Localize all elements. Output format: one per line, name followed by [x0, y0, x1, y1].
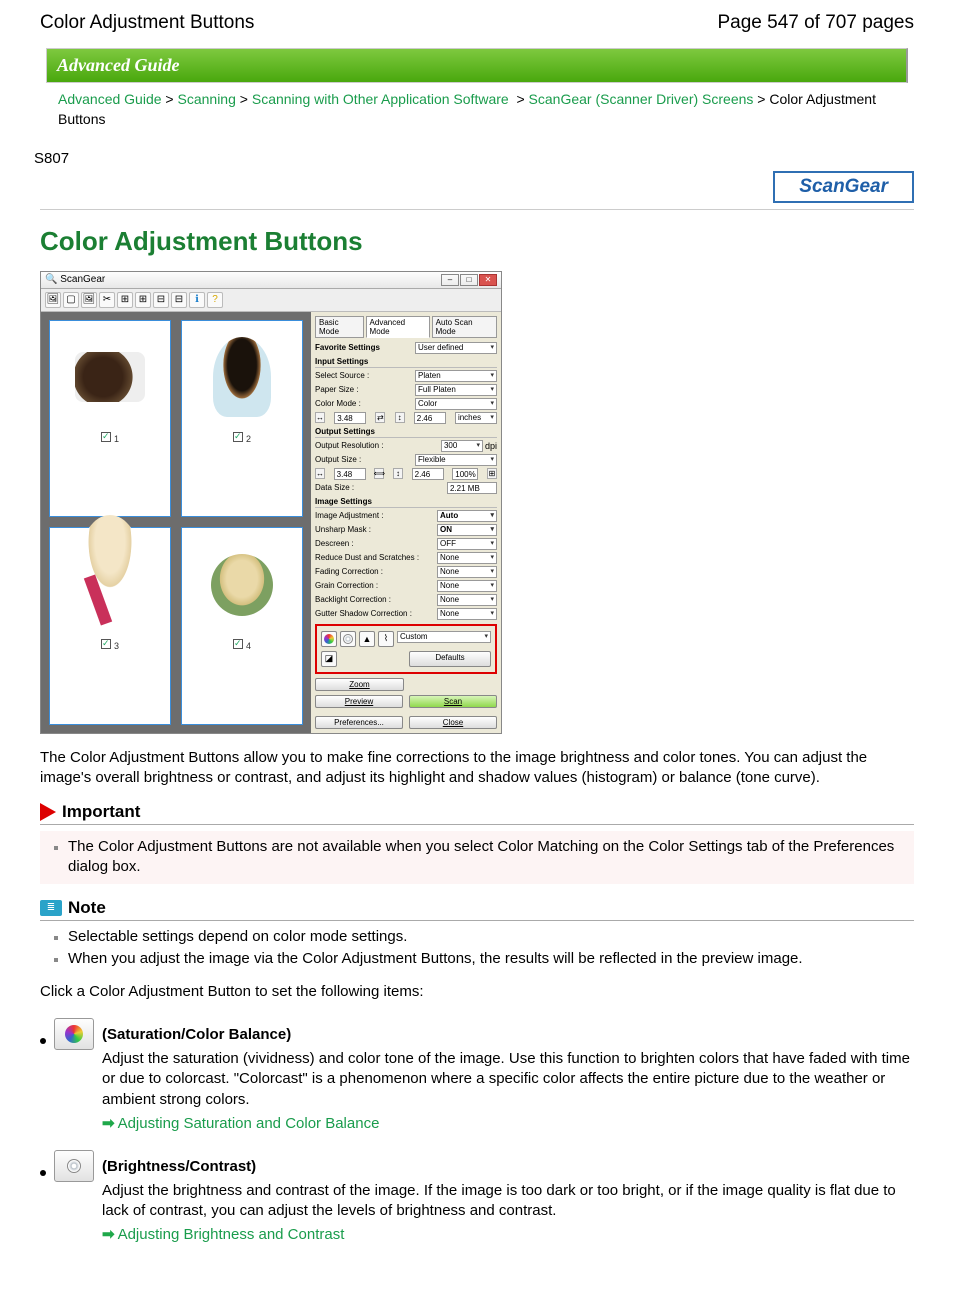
image-setting-label: Gutter Shadow Correction : — [315, 609, 412, 618]
brightness-contrast-icon — [54, 1150, 94, 1182]
toolbar-icon: 🖼 — [81, 292, 97, 308]
advanced-guide-banner: Advanced Guide — [46, 48, 908, 83]
histogram-icon: ▲ — [359, 631, 375, 647]
favorite-settings-label: Favorite Settings — [315, 343, 380, 352]
close-button: Close — [409, 716, 497, 729]
tone-curve-icon: ⌇ — [378, 631, 394, 647]
important-item: The Color Adjustment Buttons are not ava… — [68, 838, 894, 875]
toolbar-icon: ⊟ — [171, 292, 187, 308]
final-review-icon: ◪ — [321, 651, 337, 667]
link-adjusting-saturation[interactable]: ➡Adjusting Saturation and Color Balance — [102, 1115, 379, 1132]
saturation-color-balance-icon — [54, 1018, 94, 1050]
toolbar-icon: 🖼 — [45, 292, 61, 308]
toolbar-icon: ⊞ — [135, 292, 151, 308]
feature-desc: Adjust the saturation (vividness) and co… — [102, 1049, 914, 1110]
tab-basic: Basic Mode — [315, 316, 364, 338]
swap-icon: ⇄ — [375, 412, 385, 423]
image-setting-label: Descreen : — [315, 539, 354, 548]
image-setting-value: None — [437, 594, 497, 606]
note-list: Selectable settings depend on color mode… — [40, 927, 914, 970]
important-heading: Important — [40, 802, 914, 825]
link-icon: ⟺ — [374, 468, 384, 479]
reference-code: S807 — [34, 150, 914, 167]
note-heading: ≣ Note — [40, 898, 914, 921]
image-settings-heading: Image Settings — [315, 497, 497, 508]
image-setting-value: OFF — [437, 538, 497, 550]
important-list: The Color Adjustment Buttons are not ava… — [40, 831, 914, 884]
thumb-3: 3 — [49, 527, 171, 725]
image-setting-value: None — [437, 608, 497, 620]
tab-advanced: Advanced Mode — [366, 316, 430, 338]
toolbar-icon: ⊟ — [153, 292, 169, 308]
scangear-screenshot: 🔍 ScanGear –□✕ 🖼 ▢ 🖼 ✂ ⊞ ⊞ ⊟ ⊟ ℹ ? 1 2 3… — [40, 271, 502, 734]
image-setting-label: Backlight Correction : — [315, 595, 391, 604]
crumb-scanning[interactable]: Scanning — [178, 91, 236, 107]
preview-button: Preview — [315, 695, 403, 708]
image-setting-value: Auto — [437, 510, 497, 522]
scan-button: Scan — [409, 695, 497, 708]
image-setting-label: Grain Correction : — [315, 581, 378, 590]
note-item: Selectable settings depend on color mode… — [68, 928, 407, 945]
image-setting-label: Fading Correction : — [315, 567, 383, 576]
image-setting-value: None — [437, 580, 497, 592]
custom-select: Custom — [397, 631, 491, 643]
breadcrumb: Advanced Guide > Scanning > Scanning wit… — [40, 87, 914, 138]
image-setting-value: None — [437, 566, 497, 578]
feature-label: (Saturation/Color Balance) — [102, 1026, 914, 1043]
note-item: When you adjust the image via the Color … — [68, 950, 803, 967]
width-icon: ↔ — [315, 412, 325, 423]
zoom-button: Zoom — [315, 678, 404, 691]
image-setting-value: None — [437, 552, 497, 564]
thumb-4: 4 — [181, 527, 303, 725]
defaults-button: Defaults — [409, 651, 491, 667]
saturation-icon — [321, 631, 337, 647]
window-buttons: –□✕ — [440, 274, 497, 286]
thumb-2: 2 — [181, 320, 303, 518]
image-setting-label: Reduce Dust and Scratches : — [315, 553, 419, 562]
flag-icon — [40, 803, 56, 821]
info-icon: ℹ — [189, 292, 205, 308]
toolbar-icon: ✂ — [99, 292, 115, 308]
brightness-icon — [340, 631, 356, 647]
settings-panel: Basic Mode Advanced Mode Auto Scan Mode … — [311, 312, 501, 733]
crumb-scanning-other-app[interactable]: Scanning with Other Application Software — [252, 91, 509, 107]
thumb-1: 1 — [49, 320, 171, 518]
image-setting-value: ON — [437, 524, 497, 536]
image-setting-label: Unsharp Mask : — [315, 525, 371, 534]
feature-label: (Brightness/Contrast) — [102, 1158, 914, 1175]
preview-grid: 1 2 3 4 — [41, 312, 311, 733]
click-instruction: Click a Color Adjustment Button to set t… — [40, 983, 914, 1000]
preferences-button: Preferences... — [315, 716, 403, 729]
tab-autoscan: Auto Scan Mode — [432, 316, 497, 338]
image-setting-label: Image Adjustment : — [315, 511, 383, 520]
favorite-settings-select: User defined — [415, 342, 497, 354]
feature-brightness: (Brightness/Contrast) Adjust the brightn… — [40, 1150, 914, 1244]
output-settings-heading: Output Settings — [315, 427, 497, 438]
note-icon: ≣ — [40, 900, 62, 916]
crumb-advanced-guide[interactable]: Advanced Guide — [58, 91, 162, 107]
help-icon: ? — [207, 292, 223, 308]
arrow-icon: ➡ — [102, 1115, 115, 1132]
window-title: ScanGear — [60, 274, 105, 285]
toolbar-icon: ⊞ — [117, 292, 133, 308]
feature-desc: Adjust the brightness and contrast of th… — [102, 1181, 914, 1222]
doc-title: Color Adjustment Buttons — [40, 12, 254, 34]
page-title: Color Adjustment Buttons — [40, 226, 914, 257]
height-icon: ↕ — [395, 412, 405, 423]
scangear-brand-box: ScanGear — [773, 171, 914, 203]
crumb-scangear-screens[interactable]: ScanGear (Scanner Driver) Screens — [529, 91, 754, 107]
toolbar: 🖼 ▢ 🖼 ✂ ⊞ ⊞ ⊟ ⊟ ℹ ? — [41, 289, 501, 312]
color-adjustment-highlight: ▲ ⌇ Custom ◪ Defaults — [315, 624, 497, 674]
input-settings-heading: Input Settings — [315, 357, 497, 368]
toolbar-icon: ▢ — [63, 292, 79, 308]
feature-saturation: (Saturation/Color Balance) Adjust the sa… — [40, 1018, 914, 1132]
page-counter: Page 547 of 707 pages — [717, 12, 914, 34]
intro-paragraph: The Color Adjustment Buttons allow you t… — [40, 748, 914, 789]
